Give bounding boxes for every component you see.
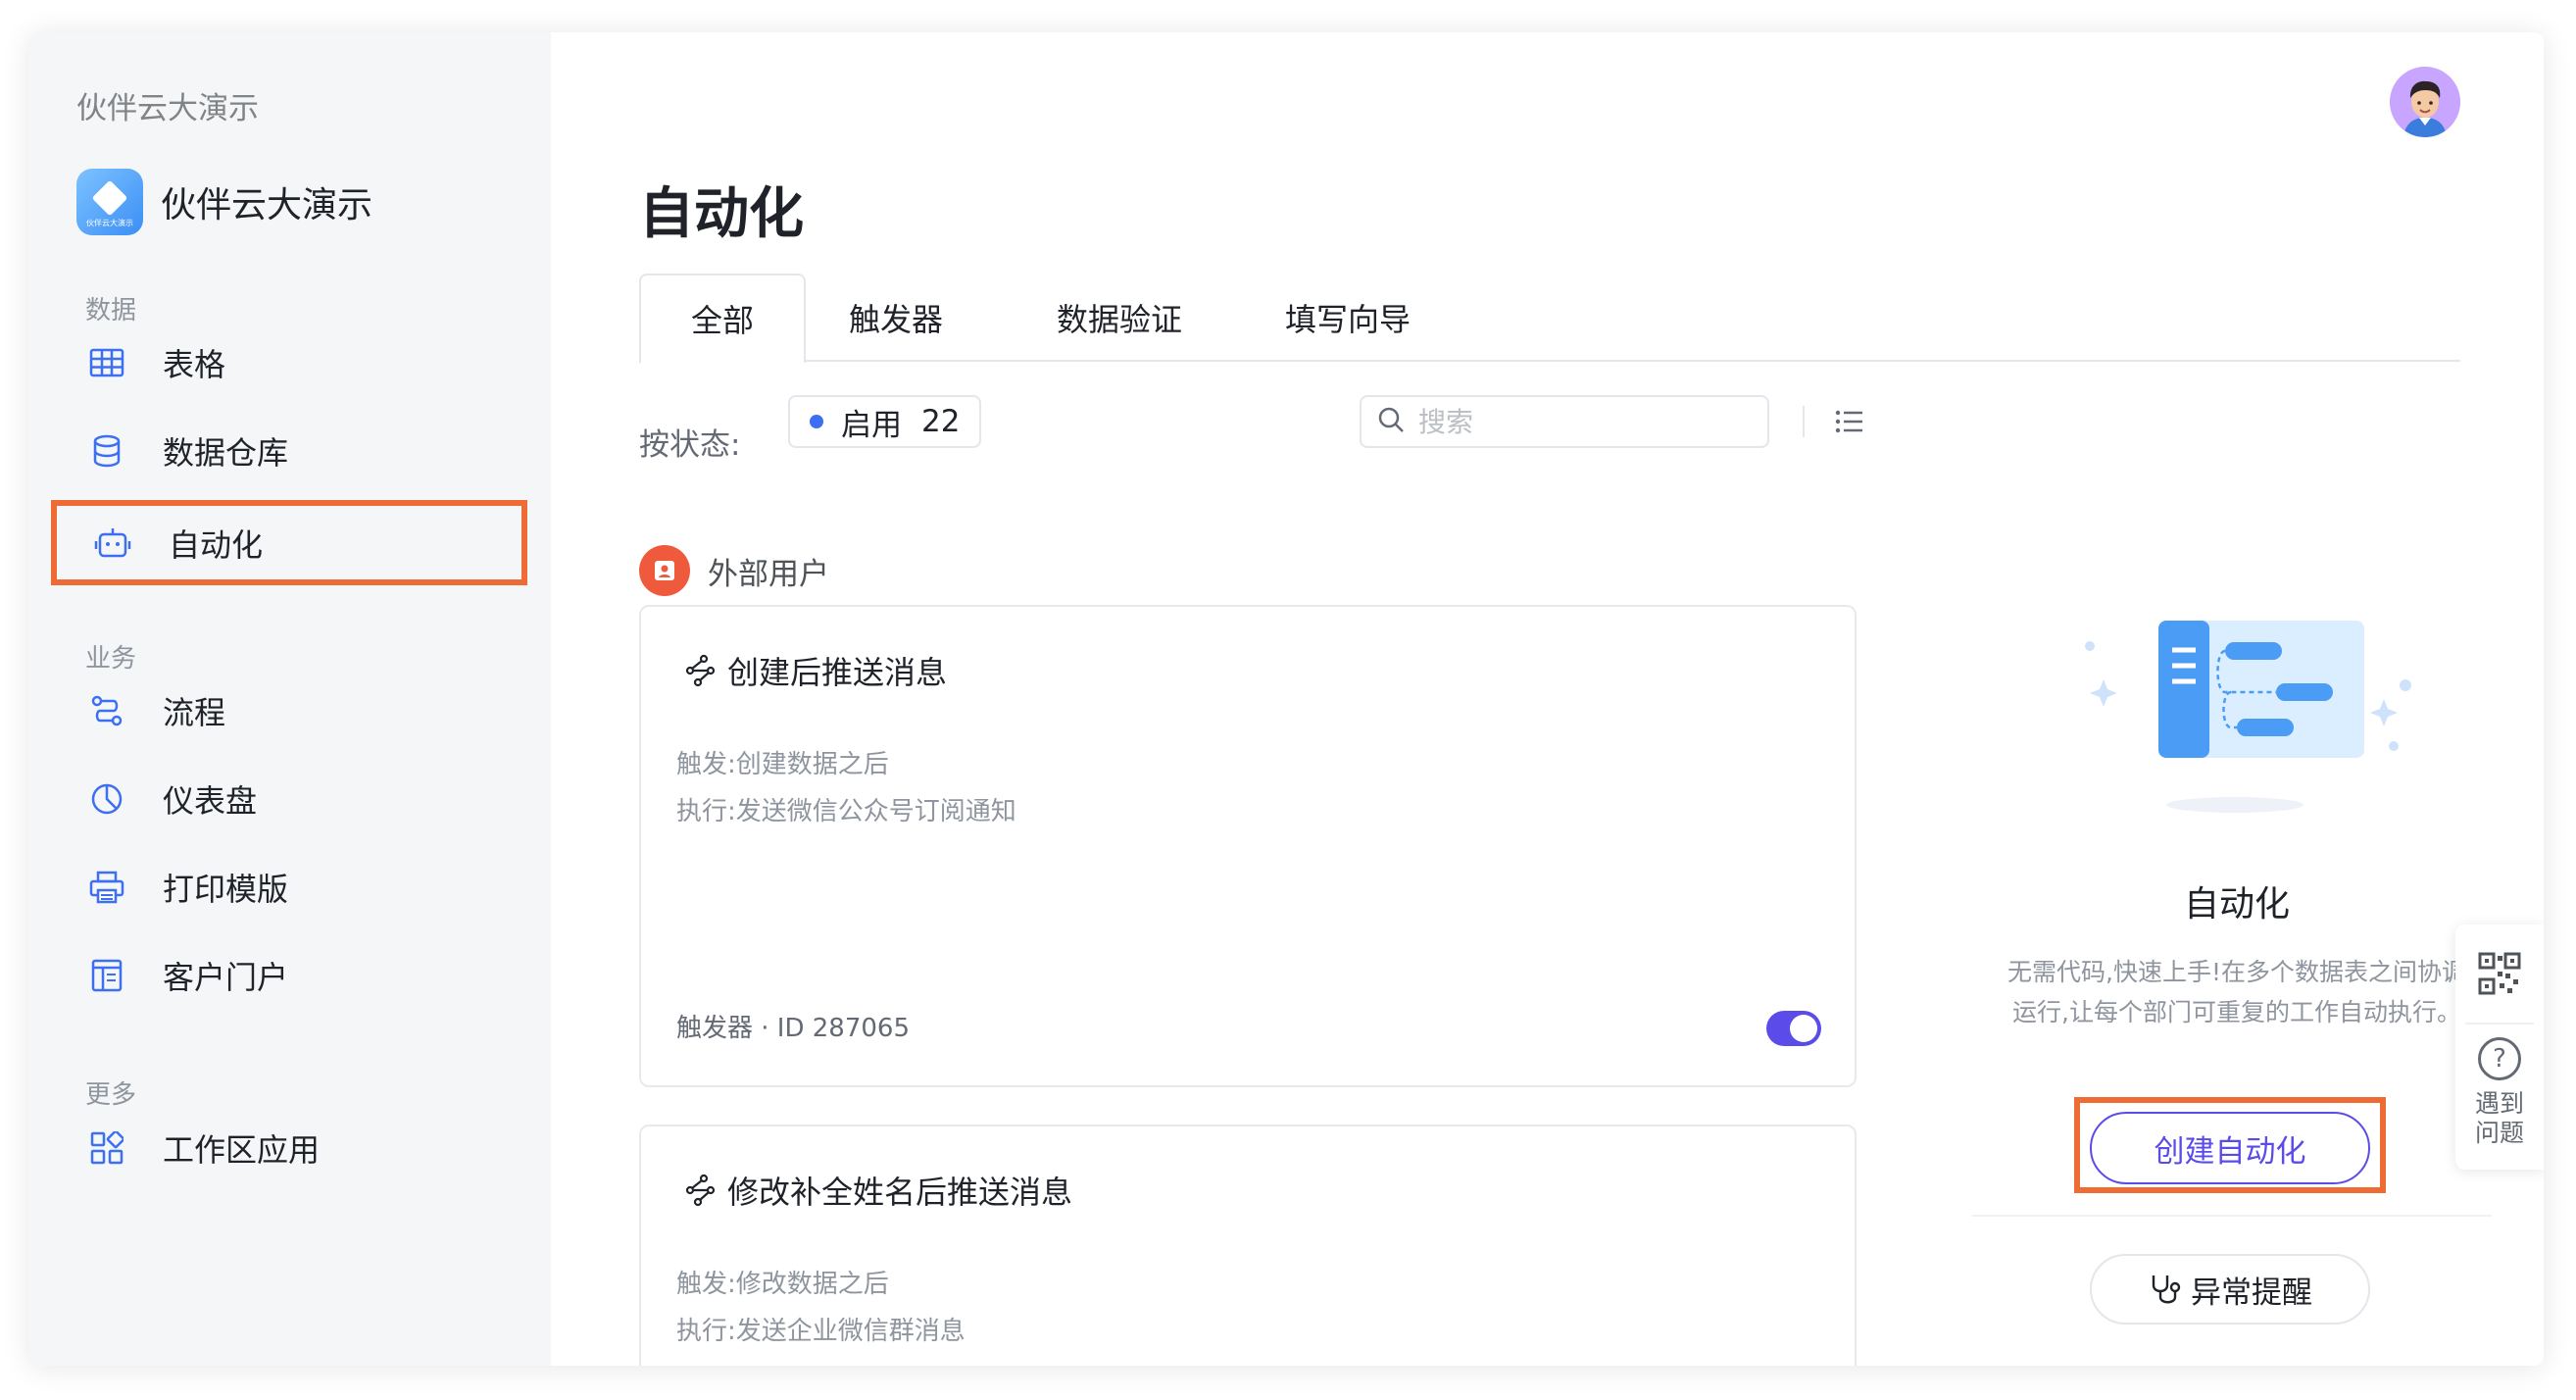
automation-card[interactable]: 创建后推送消息 触发:创建数据之后 执行:发送微信公众号订阅通知 触发器 · I… [639, 605, 1857, 1087]
search-icon [1377, 406, 1405, 437]
tab-triggers[interactable]: 触发器 [835, 274, 957, 362]
automation-illustration [2060, 581, 2413, 826]
floating-helper: ? 遇到 问题 [2455, 925, 2544, 1170]
card-title-text: 创建后推送消息 [727, 654, 948, 691]
panel-divider [1972, 1215, 2492, 1217]
card-trigger: 触发:创建数据之后 [676, 750, 889, 779]
flow-icon [88, 692, 125, 729]
card-title: 修改补全姓名后推送消息 [684, 1168, 1072, 1213]
sidebar-item-print[interactable]: 打印模版 [29, 850, 551, 925]
app-logo-text: 伙伴云大演示 [86, 219, 133, 227]
section-label-business: 业务 [85, 644, 137, 674]
status-filter-count: 22 [921, 404, 961, 439]
exception-alert-button[interactable]: 异常提醒 [2090, 1254, 2370, 1325]
avatar[interactable] [2390, 67, 2460, 137]
card-footer: 触发器 · ID 287065 [676, 1014, 910, 1043]
list-view-icon[interactable] [1830, 402, 1869, 441]
app-logo-diamond-icon [91, 179, 128, 217]
status-filter-chip[interactable]: 启用 22 [788, 395, 982, 448]
sidebar-item-workspace-apps[interactable]: 工作区应用 [29, 1111, 551, 1185]
tab-fill-wizard[interactable]: 填写向导 [1255, 274, 1441, 362]
filter-label: 按状态: [639, 427, 741, 463]
workflow-icon [684, 654, 718, 687]
sidebar-item-warehouse[interactable]: 数据仓库 [29, 414, 551, 488]
portal-icon [88, 957, 125, 994]
helper-divider [2465, 1023, 2534, 1025]
toolbar-divider [1803, 406, 1805, 437]
app-header[interactable]: 伙伴云大演示 伙伴云大演示 [76, 169, 372, 235]
page-title: 自动化 [639, 182, 804, 246]
sidebar-item-label: 工作区应用 [163, 1131, 321, 1169]
external-user-icon [639, 545, 690, 596]
workspace-title: 伙伴云大演示 [76, 91, 259, 126]
database-icon [88, 432, 125, 470]
qr-code-icon[interactable] [2478, 952, 2521, 995]
enable-toggle[interactable] [1766, 1011, 1821, 1046]
sidebar-item-label: 仪表盘 [163, 782, 258, 820]
card-title: 创建后推送消息 [684, 648, 947, 693]
automation-card[interactable]: 修改补全姓名后推送消息 触发:修改数据之后 执行:发送企业微信群消息 [639, 1125, 1857, 1366]
tab-bar: 全部 触发器 数据验证 填写向导 [639, 274, 2460, 364]
promo-title: 自动化 [2183, 884, 2290, 925]
section-label-more: 更多 [85, 1080, 137, 1110]
sidebar-item-label: 数据仓库 [163, 434, 289, 472]
workflow-icon [684, 1174, 718, 1207]
status-filter-label: 启用 [841, 407, 902, 443]
card-trigger: 触发:修改数据之后 [676, 1270, 889, 1299]
search-box[interactable] [1360, 395, 1769, 448]
pie-chart-icon [88, 780, 125, 818]
robot-icon [94, 525, 131, 562]
sidebar-item-flow[interactable]: 流程 [29, 674, 551, 748]
printer-icon [88, 869, 125, 906]
app-window: 伙伴云大演示 伙伴云大演示 伙伴云大演示 数据 表格 数据仓库 自动化 业务 流… [29, 32, 2544, 1366]
search-input[interactable] [1418, 405, 1742, 438]
sidebar-item-table[interactable]: 表格 [29, 325, 551, 400]
table-icon [88, 344, 125, 381]
app-logo: 伙伴云大演示 [76, 169, 143, 235]
exception-alert-label: 异常提醒 [2191, 1275, 2312, 1311]
main-content: 自动化 全部 触发器 数据验证 填写向导 按状态: 启用 22 搜索 外部用户 … [551, 32, 2544, 1366]
section-label-data: 数据 [85, 296, 137, 325]
sidebar-item-automation[interactable]: 自动化 [51, 500, 527, 585]
sidebar-item-label: 表格 [163, 346, 226, 383]
stethoscope-icon [2148, 1272, 2183, 1307]
sidebar: 伙伴云大演示 伙伴云大演示 伙伴云大演示 数据 表格 数据仓库 自动化 业务 流… [29, 32, 551, 1366]
status-dot-icon [810, 415, 823, 428]
card-action: 执行:发送企业微信群消息 [676, 1317, 966, 1346]
help-question-text[interactable]: 遇到 问题 [2455, 1089, 2544, 1148]
sidebar-item-portal[interactable]: 客户门户 [29, 938, 551, 1013]
promo-description: 无需代码,快速上手!在多个数据表之间协调运行,让每个部门可重复的工作自动执行。 [2007, 958, 2466, 1026]
card-title-text: 修改补全姓名后推送消息 [727, 1174, 1073, 1211]
sidebar-item-label: 自动化 [169, 525, 264, 564]
group-name: 外部用户 [708, 556, 829, 592]
card-action: 执行:发送微信公众号订阅通知 [676, 797, 1016, 826]
create-automation-button[interactable]: 创建自动化 [2090, 1112, 2370, 1184]
sidebar-item-label: 打印模版 [163, 871, 289, 908]
apps-grid-icon [88, 1129, 125, 1167]
group-header: 外部用户 [639, 545, 829, 596]
sidebar-item-label: 客户门户 [163, 959, 289, 996]
app-name: 伙伴云大演示 [161, 185, 373, 225]
help-question-icon[interactable]: ? [2478, 1037, 2521, 1080]
sidebar-item-dashboard[interactable]: 仪表盘 [29, 762, 551, 836]
sidebar-item-label: 流程 [163, 694, 226, 731]
tab-all[interactable]: 全部 [639, 274, 806, 364]
tab-data-validation[interactable]: 数据验证 [1026, 274, 1213, 362]
